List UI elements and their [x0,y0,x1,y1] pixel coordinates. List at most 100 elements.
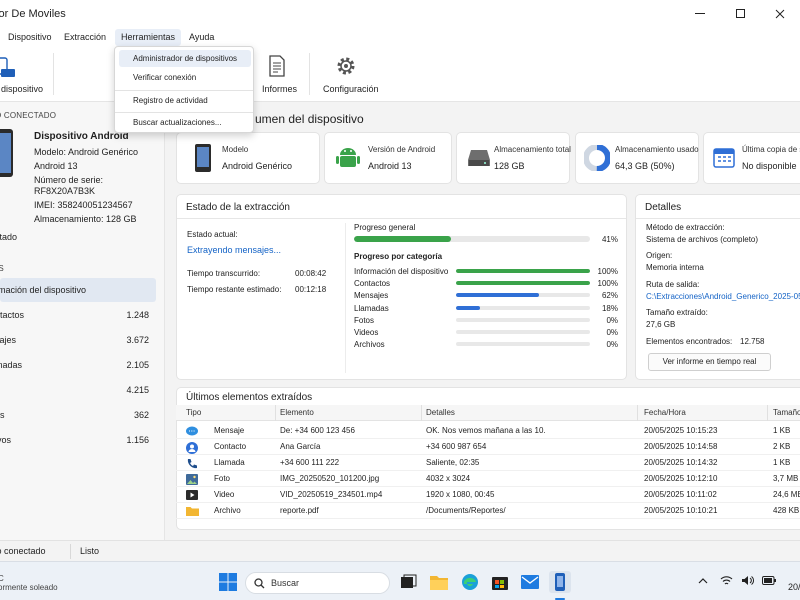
table-row[interactable]: Llamada +34 600 111 222 Saliente, 02:35 … [176,455,800,471]
row-size: 1 KB [773,426,791,435]
summary-card-key: Almacenamiento total [494,145,571,154]
photo-icon [186,474,198,485]
close-button[interactable] [760,0,800,27]
column-header-item[interactable]: Elemento [280,405,314,421]
phone-app-icon[interactable] [549,571,571,593]
row-date: 20/05/2025 10:15:23 [644,426,718,435]
column-separator [421,405,422,421]
menu-item-device-manager[interactable]: Administrador de dispositivos [119,50,251,67]
toolbar-reports-button[interactable]: Informes [256,47,301,102]
menu-item-check-updates[interactable]: Buscar actualizaciones... [119,114,251,131]
menu-dispositivo[interactable]: Dispositivo [2,29,58,46]
task-view-icon[interactable] [397,571,419,593]
sidebar-item-photos[interactable]: os 4.215 [0,378,156,402]
menu-extraccion[interactable]: Extracción [58,29,112,46]
sidebar-item-calls[interactable]: amadas 2.105 [0,353,156,377]
summary-card-value: 64,3 GB (50%) [615,161,675,171]
battery-icon[interactable] [762,576,776,585]
sidebar-item-device-info[interactable]: ormación del dispositivo [0,278,156,302]
column-header-type[interactable]: Tipo [186,405,201,421]
connection-status: ctado [0,232,18,242]
maximize-button[interactable] [720,0,760,27]
file-explorer-icon[interactable] [428,571,450,593]
column-separator [637,405,638,421]
store-icon[interactable] [489,571,511,593]
divider [177,218,626,219]
sidebar-item-messages[interactable]: nsajes 3.672 [0,328,156,352]
row-type: Foto [214,474,231,483]
menu-item-activity-log[interactable]: Registro de actividad [119,92,251,109]
sidebar-item-count: 1.156 [126,435,149,445]
wifi-icon[interactable] [720,575,733,586]
origin-label: Origen: [646,251,673,260]
method-label: Método de extracción: [646,223,725,232]
edge-browser-icon[interactable] [459,571,481,593]
device-icon [0,57,15,77]
path-link[interactable]: C:\Extracciones\Android_Generico_2025-05 [646,292,800,301]
extraction-panel: Estado de la extracción Estado actual: E… [176,194,627,380]
table-row[interactable]: Archivo reporte.pdf /Documents/Reportes/… [176,503,800,519]
search-icon [254,578,265,589]
toolbar-settings-button[interactable]: Configuración [318,47,379,102]
category-name: Contactos [354,279,391,289]
table-header [176,405,800,421]
summary-card-value: 128 GB [494,161,525,171]
table-row[interactable]: Mensaje De: +34 600 123 456 OK. Nos vemo… [176,423,800,439]
row-details: OK. Nos vemos mañana a las 10. [426,426,546,435]
current-status-label: Estado actual: [187,230,238,239]
categories-header: AS [0,264,4,273]
device-serial-label: Número de serie: [34,175,104,185]
row-type: Contacto [214,442,247,451]
table-row[interactable]: Video VID_20250519_234501.mp4 1920 x 108… [176,487,800,503]
toolbar-device-button[interactable]: dispositivo [0,47,45,102]
category-percent: 0% [606,315,618,325]
sidebar-item-contacts[interactable]: ontactos 1.248 [0,303,156,327]
column-header-size[interactable]: Tamaño [773,405,800,421]
recent-items-title: Últimos elementos extraídos [186,392,313,403]
row-item: De: +34 600 123 456 [280,426,355,435]
row-type: Llamada [214,458,245,467]
row-date: 20/05/2025 10:11:02 [644,490,717,499]
sidebar-item-label: hivos [0,435,12,445]
remaining-label: Tiempo restante estimado: [187,285,282,294]
device-serial-value: RF8X20A7B3K [34,186,96,196]
sidebar-item-count: 3.672 [126,335,149,345]
category-progress-bar [456,305,590,310]
menu-item-check-connection[interactable]: Verificar conexión [119,69,251,86]
live-report-button[interactable]: Ver informe en tiempo real [648,353,771,371]
row-item: IMG_20250520_101200.jpg [280,474,380,483]
column-header-details[interactable]: Detalles [426,405,455,421]
close-icon [775,9,785,18]
minimize-button[interactable] [680,0,720,27]
windows-start-icon[interactable] [217,571,239,593]
weather-widget[interactable]: C ormente soleado [0,574,58,592]
chevron-up-icon[interactable] [698,577,708,585]
category-name: Videos [354,328,379,337]
category-name: Fotos [354,315,375,325]
sidebar-item-count: 4.215 [126,385,149,395]
row-date: 20/05/2025 10:12:10 [644,474,718,483]
extraction-title: Estado de la extracción [186,202,290,213]
menu-ayuda[interactable]: Ayuda [183,29,220,46]
drive-icon [468,150,490,166]
mail-icon[interactable] [519,571,541,593]
row-details: Saliente, 02:35 [426,458,480,467]
speaker-icon[interactable] [741,575,754,586]
sidebar-item-count: 1.248 [126,310,149,320]
folder-icon [186,507,199,516]
sidebar-item-videos[interactable]: eos 362 [0,403,156,427]
sidebar-item-label: eos [0,410,5,420]
table-row[interactable]: Contacto Ana García +34 600 987 654 20/0… [176,439,800,455]
found-value: 12.758 [740,337,765,346]
device-name: Dispositivo Android [34,131,129,142]
category-progress-bar [456,342,590,347]
clock[interactable]: 20/ [788,582,800,592]
row-item: Ana García [280,442,321,451]
row-date: 20/05/2025 10:14:58 [644,442,718,451]
column-header-date[interactable]: Fecha/Hora [644,405,686,421]
sidebar-item-files[interactable]: hivos 1.156 [0,428,156,452]
category-progress-label: Progreso por categoría [354,252,443,261]
taskbar-search[interactable]: Buscar [245,572,390,594]
menu-herramientas[interactable]: Herramientas [115,29,182,46]
table-row[interactable]: Foto IMG_20250520_101200.jpg 4032 x 3024… [176,471,800,487]
